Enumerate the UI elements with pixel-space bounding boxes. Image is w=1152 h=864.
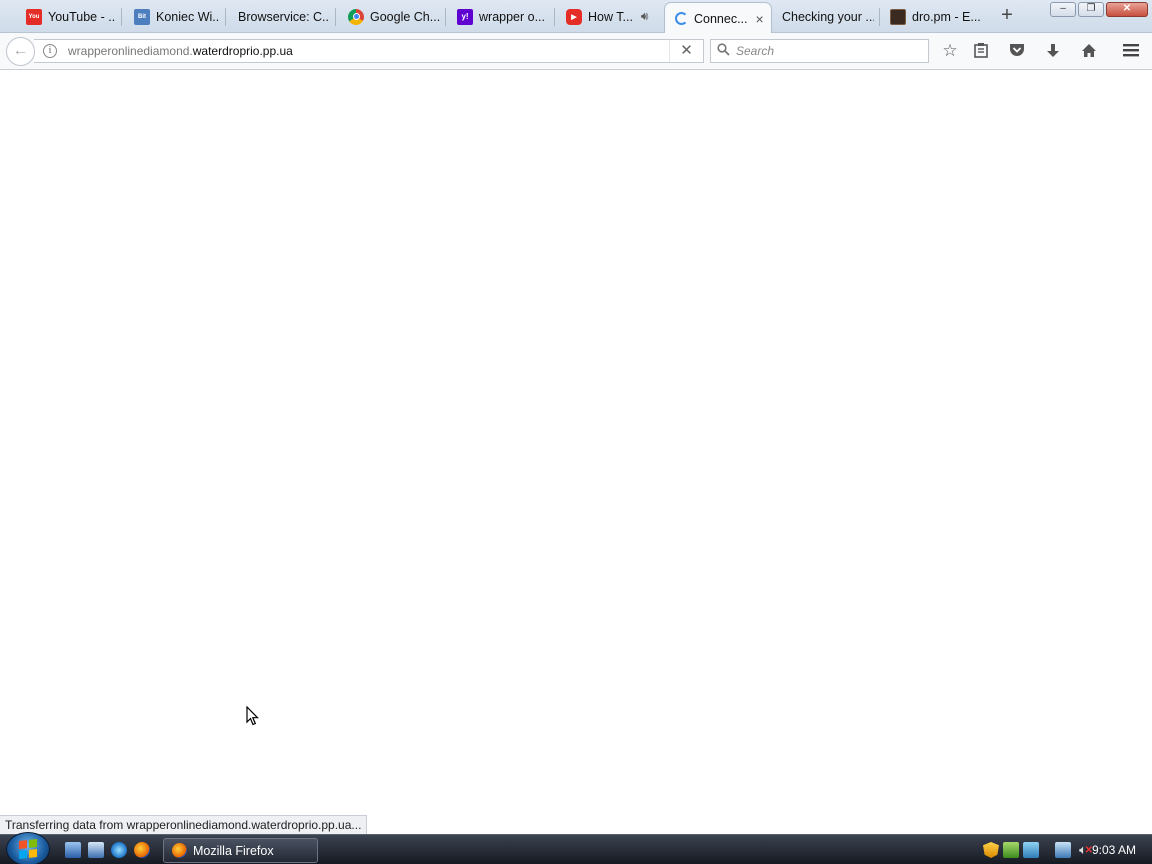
page-content (0, 71, 1152, 834)
navigation-toolbar: i wrapperonlinediamond. waterdroprio.pp.u… (0, 33, 1152, 70)
volume-muted-icon[interactable]: 🔈︎ ✕ (1075, 842, 1093, 858)
hamburger-menu-icon[interactable] (1118, 39, 1144, 63)
stop-loading-button[interactable]: ✕ (669, 40, 703, 62)
home-icon[interactable] (1076, 39, 1102, 63)
chrome-icon (348, 8, 364, 25)
minimize-button[interactable]: – (1050, 2, 1076, 17)
tab-close-icon[interactable]: × (756, 11, 764, 27)
tab-label: wrapper o... (479, 9, 546, 24)
tab-youtube[interactable]: You YouTube - ... (18, 3, 122, 30)
tab-label: dro.pm - E... (912, 9, 981, 24)
screen: You YouTube - ... Bit Koniec Wi... Brows… (0, 0, 1152, 864)
tab-label: Connec... (694, 11, 748, 26)
tab-label: Checking your ... (782, 9, 874, 24)
restore-button[interactable]: ❐ (1078, 2, 1104, 17)
tab-label: Google Ch... (370, 9, 440, 24)
taskbar-window-title: Mozilla Firefox (193, 843, 274, 858)
clock[interactable]: 9:03 AM (1092, 843, 1136, 857)
tab-connecting-active[interactable]: Connec... × (664, 2, 772, 34)
search-placeholder: Search (736, 44, 775, 58)
bitly-icon: Bit (134, 8, 150, 25)
reading-list-icon[interactable] (968, 39, 994, 63)
url-domain: waterdroprio.pp.ua (192, 44, 293, 58)
tab-label: How T... (588, 9, 633, 24)
search-bar[interactable]: Search (710, 39, 929, 63)
tab-google-chrome[interactable]: Google Ch... (340, 3, 446, 30)
tab-label: YouTube - ... (48, 9, 116, 24)
windows-logo-icon (19, 839, 37, 859)
show-desktop-icon[interactable] (65, 842, 81, 858)
tab-yahoo[interactable]: y! wrapper o... (449, 3, 555, 30)
close-window-button[interactable]: ✕ (1106, 2, 1148, 17)
youtube-icon: You (26, 8, 42, 25)
tab-checking[interactable]: Checking your ... (774, 3, 880, 30)
tab-strip: You YouTube - ... Bit Koniec Wi... Brows… (0, 0, 1152, 34)
network-connection-icon[interactable] (1055, 842, 1071, 858)
window-controls: – ❐ ✕ (1050, 2, 1148, 17)
app-tray-icon[interactable] (1023, 842, 1039, 858)
tab-label: Browservice: C... (238, 9, 330, 24)
address-bar[interactable]: i wrapperonlinediamond. waterdroprio.pp.u… (34, 39, 704, 63)
yahoo-icon: y! (457, 8, 473, 25)
youtube-icon: ▶ (566, 8, 582, 25)
new-tab-button[interactable]: + (996, 4, 1018, 28)
speaker-icon[interactable]: 🔊︎ (641, 9, 649, 24)
windows-taskbar: Mozilla Firefox 🔈︎ ✕ 9:03 AM (0, 832, 1152, 864)
system-tray: 🔈︎ ✕ (983, 840, 1093, 860)
tab-browservice[interactable]: Browservice: C... (230, 3, 336, 30)
loading-spinner-icon (675, 12, 688, 25)
firefox-icon (172, 843, 187, 858)
search-icon (717, 43, 730, 59)
site-info-icon[interactable]: i (43, 44, 57, 58)
network-tray-icon[interactable] (1003, 842, 1019, 858)
tab-how-to[interactable]: ▶ How T... 🔊︎ (558, 3, 662, 30)
switch-windows-icon[interactable] (88, 842, 104, 858)
download-icon[interactable] (1040, 39, 1066, 63)
pocket-icon[interactable] (1004, 39, 1030, 63)
security-shield-icon[interactable] (983, 842, 999, 858)
mouse-cursor-icon (246, 705, 260, 726)
start-button[interactable] (6, 832, 50, 864)
back-button[interactable]: ← (6, 37, 35, 66)
tab-label: Koniec Wi... (156, 9, 220, 24)
tab-dropm[interactable]: dro.pm - E... (882, 3, 988, 30)
internet-explorer-icon[interactable] (111, 842, 127, 858)
firefox-quicklaunch-icon[interactable] (134, 842, 150, 858)
dropm-icon (890, 8, 906, 25)
url-subdomain: wrapperonlinediamond. (68, 44, 193, 58)
taskbar-firefox-button[interactable]: Mozilla Firefox (163, 838, 318, 863)
status-bar: Transferring data from wrapperonlinediam… (0, 815, 368, 834)
tab-koniec[interactable]: Bit Koniec Wi... (126, 3, 226, 30)
bookmark-star-icon[interactable]: ☆ (937, 39, 963, 63)
